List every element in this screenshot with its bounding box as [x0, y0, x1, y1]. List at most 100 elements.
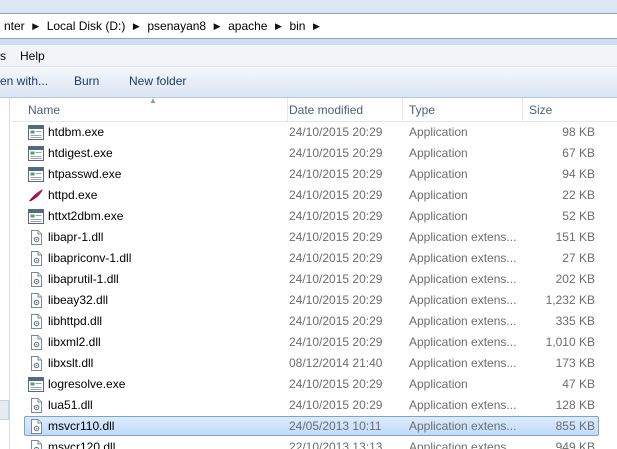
breadcrumb-item-apache[interactable]: apache	[224, 19, 271, 33]
menu-item-help[interactable]: Help	[12, 49, 53, 63]
app-window-icon	[28, 146, 44, 161]
dll-file-icon	[28, 272, 44, 287]
dll-file-icon	[28, 398, 44, 413]
file-date-modified: 08/12/2014 21:40	[289, 356, 383, 370]
file-name: libhttpd.dll	[48, 314, 103, 328]
file-row[interactable]: httpd.exe 24/10/2015 20:29 Application 22 K…	[12, 185, 617, 206]
file-type: Application extens...	[409, 230, 517, 244]
file-name: httxt2dbm.exe	[48, 209, 124, 223]
dll-file-icon	[28, 314, 44, 329]
file-row[interactable]: libxml2.dll 24/10/2015 20:29 Application e…	[12, 332, 617, 353]
file-name: libeay32.dll	[48, 293, 109, 307]
file-size: 52 KB	[562, 209, 595, 223]
breadcrumb-item-bin[interactable]: bin	[285, 19, 309, 33]
file-row[interactable]: libxslt.dll 08/12/2014 21:40 Application e…	[12, 353, 617, 374]
address-bar-area: nter ▶ Local Disk (D:) ▶ psenayan8 ▶ apa…	[0, 0, 617, 45]
file-row[interactable]: msvcr110.dll 24/05/2013 10:11 Application …	[12, 416, 617, 437]
file-date-modified: 24/10/2015 20:29	[289, 146, 383, 160]
address-bar[interactable]: nter ▶ Local Disk (D:) ▶ psenayan8 ▶ apa…	[0, 13, 617, 39]
file-list[interactable]: ▲ Name Date modified Type Size htdbm.exe…	[12, 98, 617, 449]
app-window-icon	[28, 167, 44, 182]
file-date-modified: 24/10/2015 20:29	[289, 293, 383, 307]
file-type: Application extens...	[409, 293, 517, 307]
chevron-right-icon[interactable]: ▶	[29, 21, 43, 32]
file-size: 27 KB	[562, 251, 595, 265]
menu-item-partial[interactable]: s	[0, 49, 12, 63]
column-header-type[interactable]: Type	[403, 98, 523, 122]
breadcrumb-item-psenayan8[interactable]: psenayan8	[143, 19, 210, 33]
file-row[interactable]: libapriconv-1.dll 24/10/2015 20:29 Applica…	[12, 248, 617, 269]
file-name: msvcr110.dll	[48, 419, 115, 433]
file-name: msvcr120.dll	[48, 440, 116, 449]
file-name: libapriconv-1.dll	[48, 251, 132, 265]
new-folder-button[interactable]: New folder	[129, 74, 186, 88]
file-date-modified: 22/10/2013 13:13	[289, 440, 383, 449]
file-type: Application extens...	[409, 356, 517, 370]
file-row[interactable]: logresolve.exe 24/10/2015 20:29 Applicatio…	[12, 374, 617, 395]
chevron-right-icon[interactable]: ▶	[210, 21, 224, 32]
file-date-modified: 24/05/2013 10:11	[289, 419, 382, 433]
file-row[interactable]: lua51.dll 24/10/2015 20:29 Application ext…	[12, 395, 617, 416]
file-row[interactable]: msvcr120.dll 22/10/2013 13:13 Application …	[12, 437, 617, 449]
column-header-size[interactable]: Size	[523, 98, 617, 122]
chevron-right-icon[interactable]: ▶	[271, 21, 285, 32]
chevron-right-icon[interactable]: ▶	[309, 21, 323, 32]
file-size: 335 KB	[555, 314, 595, 328]
file-date-modified: 24/10/2015 20:29	[289, 125, 383, 139]
file-size: 47 KB	[562, 377, 595, 391]
breadcrumb-item-partial[interactable]: nter	[0, 19, 29, 33]
burn-button[interactable]: Burn	[74, 74, 99, 88]
file-type: Application extens...	[409, 314, 517, 328]
column-header-row: ▲ Name Date modified Type Size	[12, 98, 617, 122]
file-size: 202 KB	[555, 272, 595, 286]
dll-file-icon	[28, 356, 44, 371]
chevron-right-icon[interactable]: ▶	[129, 21, 143, 32]
file-row[interactable]: httxt2dbm.exe 24/10/2015 20:29 Application…	[12, 206, 617, 227]
menu-bar: s Help	[0, 45, 617, 67]
open-with-button[interactable]: en with...	[0, 74, 48, 88]
breadcrumb-item-local-disk[interactable]: Local Disk (D:)	[43, 19, 130, 33]
file-size: 151 KB	[555, 230, 595, 244]
navigation-pane[interactable]	[0, 98, 10, 449]
file-date-modified: 24/10/2015 20:29	[289, 377, 383, 391]
file-size: 98 KB	[562, 125, 595, 139]
file-size: 855 KB	[555, 419, 595, 433]
file-row[interactable]: htdigest.exe 24/10/2015 20:29 Application 6…	[12, 143, 617, 164]
column-header-date-modified[interactable]: Date modified	[283, 98, 403, 122]
file-row[interactable]: libeay32.dll 24/10/2015 20:29 Application …	[12, 290, 617, 311]
dll-file-icon	[28, 335, 44, 350]
dll-file-icon	[28, 230, 44, 245]
navigation-pane-item[interactable]	[0, 400, 9, 420]
file-name: htpasswd.exe	[48, 167, 122, 181]
file-type: Application	[409, 188, 468, 202]
file-row[interactable]: libhttpd.dll 24/10/2015 20:29 Application …	[12, 311, 617, 332]
file-type: Application extens...	[409, 272, 517, 286]
file-size: 173 KB	[555, 356, 595, 370]
file-row[interactable]: libaprutil-1.dll 24/10/2015 20:29 Applicat…	[12, 269, 617, 290]
file-row[interactable]: htdbm.exe 24/10/2015 20:29 Application 98 K…	[12, 122, 617, 143]
file-size: 128 KB	[555, 398, 595, 412]
file-type: Application	[409, 125, 468, 139]
file-type: Application extens...	[409, 398, 517, 412]
file-date-modified: 24/10/2015 20:29	[289, 272, 383, 286]
file-size: 22 KB	[562, 188, 595, 202]
dll-file-icon	[28, 251, 44, 266]
app-window-icon	[28, 125, 44, 140]
file-name: htdigest.exe	[48, 146, 113, 160]
file-date-modified: 24/10/2015 20:29	[289, 335, 383, 349]
file-type: Application	[409, 209, 468, 223]
file-date-modified: 24/10/2015 20:29	[289, 251, 383, 265]
file-row[interactable]: htpasswd.exe 24/10/2015 20:29 Application 9…	[12, 164, 617, 185]
file-size: 1,232 KB	[545, 293, 595, 307]
file-size: 94 KB	[562, 167, 595, 181]
file-row[interactable]: libapr-1.dll 24/10/2015 20:29 Application …	[12, 227, 617, 248]
dll-file-icon	[28, 419, 44, 434]
file-date-modified: 24/10/2015 20:29	[289, 167, 383, 181]
file-date-modified: 24/10/2015 20:29	[289, 230, 383, 244]
column-header-name[interactable]: Name	[22, 98, 288, 122]
file-name: libxml2.dll	[48, 335, 101, 349]
file-name: libapr-1.dll	[48, 230, 104, 244]
file-name: logresolve.exe	[48, 377, 126, 391]
app-window-icon	[28, 209, 44, 224]
file-name: libxslt.dll	[48, 356, 94, 370]
